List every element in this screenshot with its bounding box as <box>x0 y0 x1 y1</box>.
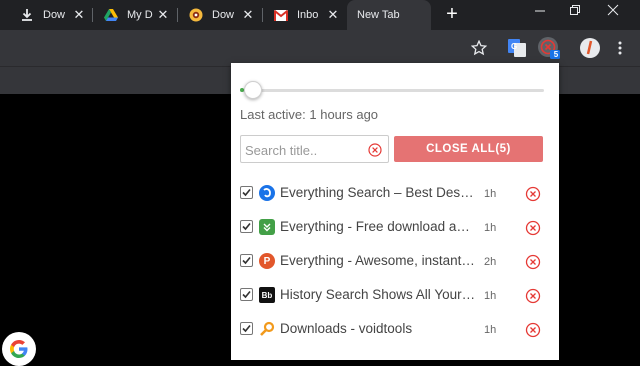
close-tab-icon[interactable] <box>525 288 541 304</box>
tab-age: 1h <box>484 188 497 200</box>
tab-checkbox[interactable] <box>240 254 253 267</box>
google-drive-icon <box>104 8 118 22</box>
tab-download-site[interactable]: Dow ✕ <box>179 0 261 30</box>
tab-age: 1h <box>484 290 497 302</box>
everything-search-icon <box>259 185 275 201</box>
tab-checkbox[interactable] <box>240 288 253 301</box>
tab-separator <box>92 8 93 22</box>
tab-title[interactable]: Everything - Free download and software … <box>280 219 477 234</box>
close-tab-icon[interactable] <box>525 322 541 338</box>
list-item[interactable]: Downloads - voidtools 1h <box>231 312 559 346</box>
tab-new-tab[interactable]: New Tab <box>347 0 431 30</box>
tab-close-icon[interactable]: ✕ <box>72 8 86 22</box>
tab-title[interactable]: Everything Search – Best Desktop Search … <box>280 185 477 200</box>
close-all-button[interactable]: CLOSE ALL(5) <box>394 136 543 162</box>
new-tab-button[interactable]: + <box>442 4 462 25</box>
tab-title[interactable]: History Search Shows All Your Browsing <box>280 287 477 302</box>
inactivity-slider-track[interactable] <box>240 89 544 92</box>
tab-title[interactable]: Everything - Awesome, instant computer s… <box>280 253 477 268</box>
svg-text:G: G <box>511 42 517 51</box>
close-tab-icon[interactable] <box>525 186 541 202</box>
tab-my-drive[interactable]: My D ✕ <box>94 0 176 30</box>
magnifier-icon <box>259 321 275 337</box>
tab-checkbox[interactable] <box>240 186 253 199</box>
inactivity-slider-handle[interactable] <box>244 81 262 99</box>
minimize-icon[interactable] <box>534 4 546 19</box>
gmail-icon <box>274 8 288 22</box>
tab-downloads[interactable]: Dow ✕ <box>10 0 92 30</box>
list-item[interactable]: Everything - Free download and software … <box>231 210 559 244</box>
tab-checkbox[interactable] <box>240 322 253 335</box>
restore-icon[interactable] <box>569 4 581 19</box>
list-item[interactable]: P Everything - Awesome, instant computer… <box>231 244 559 278</box>
last-active-label: Last active: 1 hours ago <box>240 107 379 122</box>
profile-icon[interactable] <box>579 37 601 59</box>
clear-search-icon[interactable] <box>368 143 382 157</box>
tab-separator <box>177 8 178 22</box>
tab-checkbox[interactable] <box>240 220 253 233</box>
tab-title: New Tab <box>357 9 400 21</box>
close-window-icon[interactable] <box>607 4 619 19</box>
letter-p-icon: P <box>259 253 275 269</box>
close-tab-icon[interactable] <box>525 220 541 236</box>
tab-separator <box>262 8 263 22</box>
tab-age: 2h <box>484 256 497 268</box>
google-logo-icon[interactable] <box>2 332 36 366</box>
extension-badge: 5 <box>553 50 559 59</box>
tab-title[interactable]: Downloads - voidtools <box>280 321 477 336</box>
tab-close-icon[interactable]: ✕ <box>241 8 255 22</box>
tab-inbox[interactable]: Inbo ✕ <box>264 0 346 30</box>
download-arrow-icon <box>259 219 275 235</box>
search-input[interactable] <box>245 141 363 159</box>
tab-title: Inbo <box>297 9 319 21</box>
letter-b-icon: Bb <box>259 287 275 303</box>
tab-manager-extension-icon[interactable]: 5 <box>537 36 561 60</box>
search-box <box>240 135 389 163</box>
tab-title: Dow <box>43 9 66 21</box>
tab-title: Dow <box>212 9 235 21</box>
tab-age: 1h <box>484 222 497 234</box>
tab-close-icon[interactable]: ✕ <box>156 8 170 22</box>
download-icon <box>20 8 34 22</box>
tab-close-icon[interactable]: ✕ <box>326 8 340 22</box>
download-site-icon <box>189 8 203 22</box>
tab-age: 1h <box>484 324 497 336</box>
list-item[interactable]: Everything Search – Best Desktop Search … <box>231 176 559 210</box>
star-icon[interactable] <box>469 38 489 58</box>
close-tab-icon[interactable] <box>525 254 541 270</box>
tab-title: My D <box>127 9 153 21</box>
google-translate-icon[interactable]: G <box>507 38 527 58</box>
menu-icon[interactable] <box>610 38 630 58</box>
list-item[interactable]: Bb History Search Shows All Your Browsin… <box>231 278 559 312</box>
